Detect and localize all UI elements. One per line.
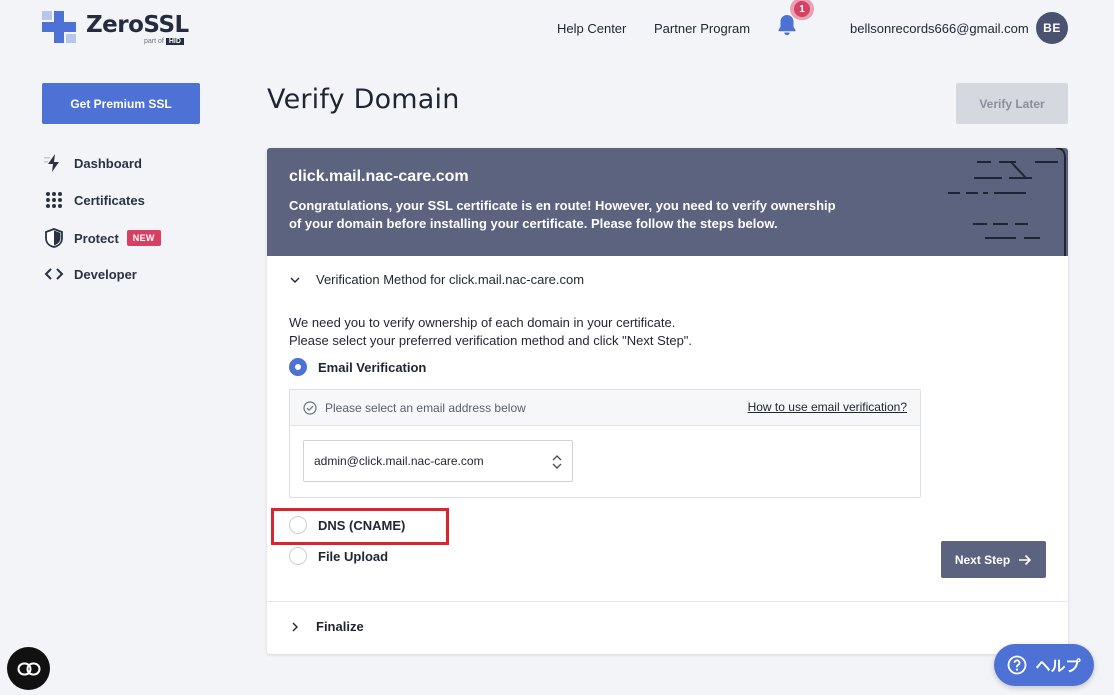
file-upload-radio[interactable] <box>289 547 307 565</box>
section-title: Verification Method for click.mail.nac-c… <box>316 272 585 287</box>
help-center-link[interactable]: Help Center <box>557 21 626 36</box>
code-brackets-icon <box>44 268 64 280</box>
radio-label: Email Verification <box>318 359 427 375</box>
avatar[interactable]: BE <box>1036 12 1068 44</box>
banner-message: Congratulations, your SSL certificate is… <box>289 198 836 231</box>
floating-app-button[interactable] <box>7 647 50 690</box>
logo-mark-icon <box>42 11 76 43</box>
get-premium-ssl-button[interactable]: Get Premium SSL <box>42 83 200 124</box>
divider <box>267 601 1068 602</box>
next-step-label: Next Step <box>954 552 1011 567</box>
logo-sub: part of HID <box>144 38 184 45</box>
email-verification-option[interactable]: Email Verification <box>289 358 426 376</box>
new-badge: NEW <box>126 230 161 246</box>
email-select-panel: Please select an email address below How… <box>289 389 921 498</box>
notification-count: 1 <box>794 1 810 17</box>
email-verification-radio[interactable] <box>289 358 307 376</box>
banner-domain: click.mail.nac-care.com <box>289 168 469 185</box>
logo-text: ZeroSSL <box>86 12 189 38</box>
banner-decoration <box>948 148 1066 256</box>
chevron-down-icon <box>290 277 300 283</box>
verification-method-header[interactable]: Verification Method for click.mail.nac-c… <box>289 272 584 287</box>
notification-badge[interactable]: 1 <box>790 0 814 20</box>
verification-card: click.mail.nac-care.com Congratulations,… <box>267 148 1068 654</box>
sidebar-item-developer[interactable]: Developer <box>44 262 137 286</box>
domain-banner: click.mail.nac-care.com Congratulations,… <box>267 148 1068 256</box>
email-hint: Please select an email address below <box>325 401 526 415</box>
email-panel-header: Please select an email address below How… <box>290 390 920 426</box>
grid-dots-icon <box>46 192 62 208</box>
chevron-right-icon <box>292 622 298 631</box>
verify-later-button[interactable]: Verify Later <box>956 83 1068 124</box>
check-circle-icon <box>303 401 317 415</box>
dns-cname-radio[interactable] <box>289 516 307 534</box>
select-arrows-icon <box>552 455 562 469</box>
sidebar-item-label: Dashboard <box>74 155 142 171</box>
partner-program-link[interactable]: Partner Program <box>654 21 750 36</box>
help-button[interactable]: ヘルプ <box>994 644 1094 686</box>
sidebar-item-label: Protect <box>74 230 119 246</box>
zerossl-logo[interactable]: ZeroSSL part of HID <box>42 11 194 49</box>
finalize-label: Finalize <box>316 619 364 634</box>
email-address-select[interactable]: admin@click.mail.nac-care.com <box>303 440 573 482</box>
radio-label: File Upload <box>318 548 389 564</box>
sidebar-item-certificates[interactable]: Certificates <box>44 188 145 212</box>
arrow-right-icon <box>1019 554 1032 565</box>
help-button-label: ヘルプ <box>1035 656 1081 675</box>
verification-description: We need you to verify ownership of each … <box>289 314 692 350</box>
sidebar-item-dashboard[interactable]: Dashboard <box>44 151 142 175</box>
bolt-icon <box>44 154 59 172</box>
page-title: Verify Domain <box>267 84 460 115</box>
link-loop-icon <box>17 662 40 675</box>
file-upload-option[interactable]: File Upload <box>289 547 388 565</box>
email-select-value: admin@click.mail.nac-care.com <box>314 454 484 468</box>
description-line: Please select your preferred verificatio… <box>289 333 693 348</box>
next-step-button[interactable]: Next Step <box>941 541 1046 578</box>
description-line: We need you to verify ownership of each … <box>289 315 676 330</box>
question-circle-icon <box>1008 655 1027 675</box>
email-verification-help-link[interactable]: How to use email verification? <box>748 400 907 414</box>
sidebar-item-label: Developer <box>74 266 137 282</box>
radio-label: DNS (CNAME) <box>318 517 406 533</box>
shield-icon <box>45 228 63 248</box>
sidebar-item-label: Certificates <box>74 192 145 208</box>
finalize-section-header[interactable]: Finalize <box>289 619 364 634</box>
dns-cname-option[interactable]: DNS (CNAME) <box>289 516 405 534</box>
hid-badge: HID <box>165 38 184 45</box>
sidebar-item-protect[interactable]: Protect NEW <box>44 226 161 250</box>
user-email[interactable]: bellsonrecords666@gmail.com <box>850 21 1029 36</box>
